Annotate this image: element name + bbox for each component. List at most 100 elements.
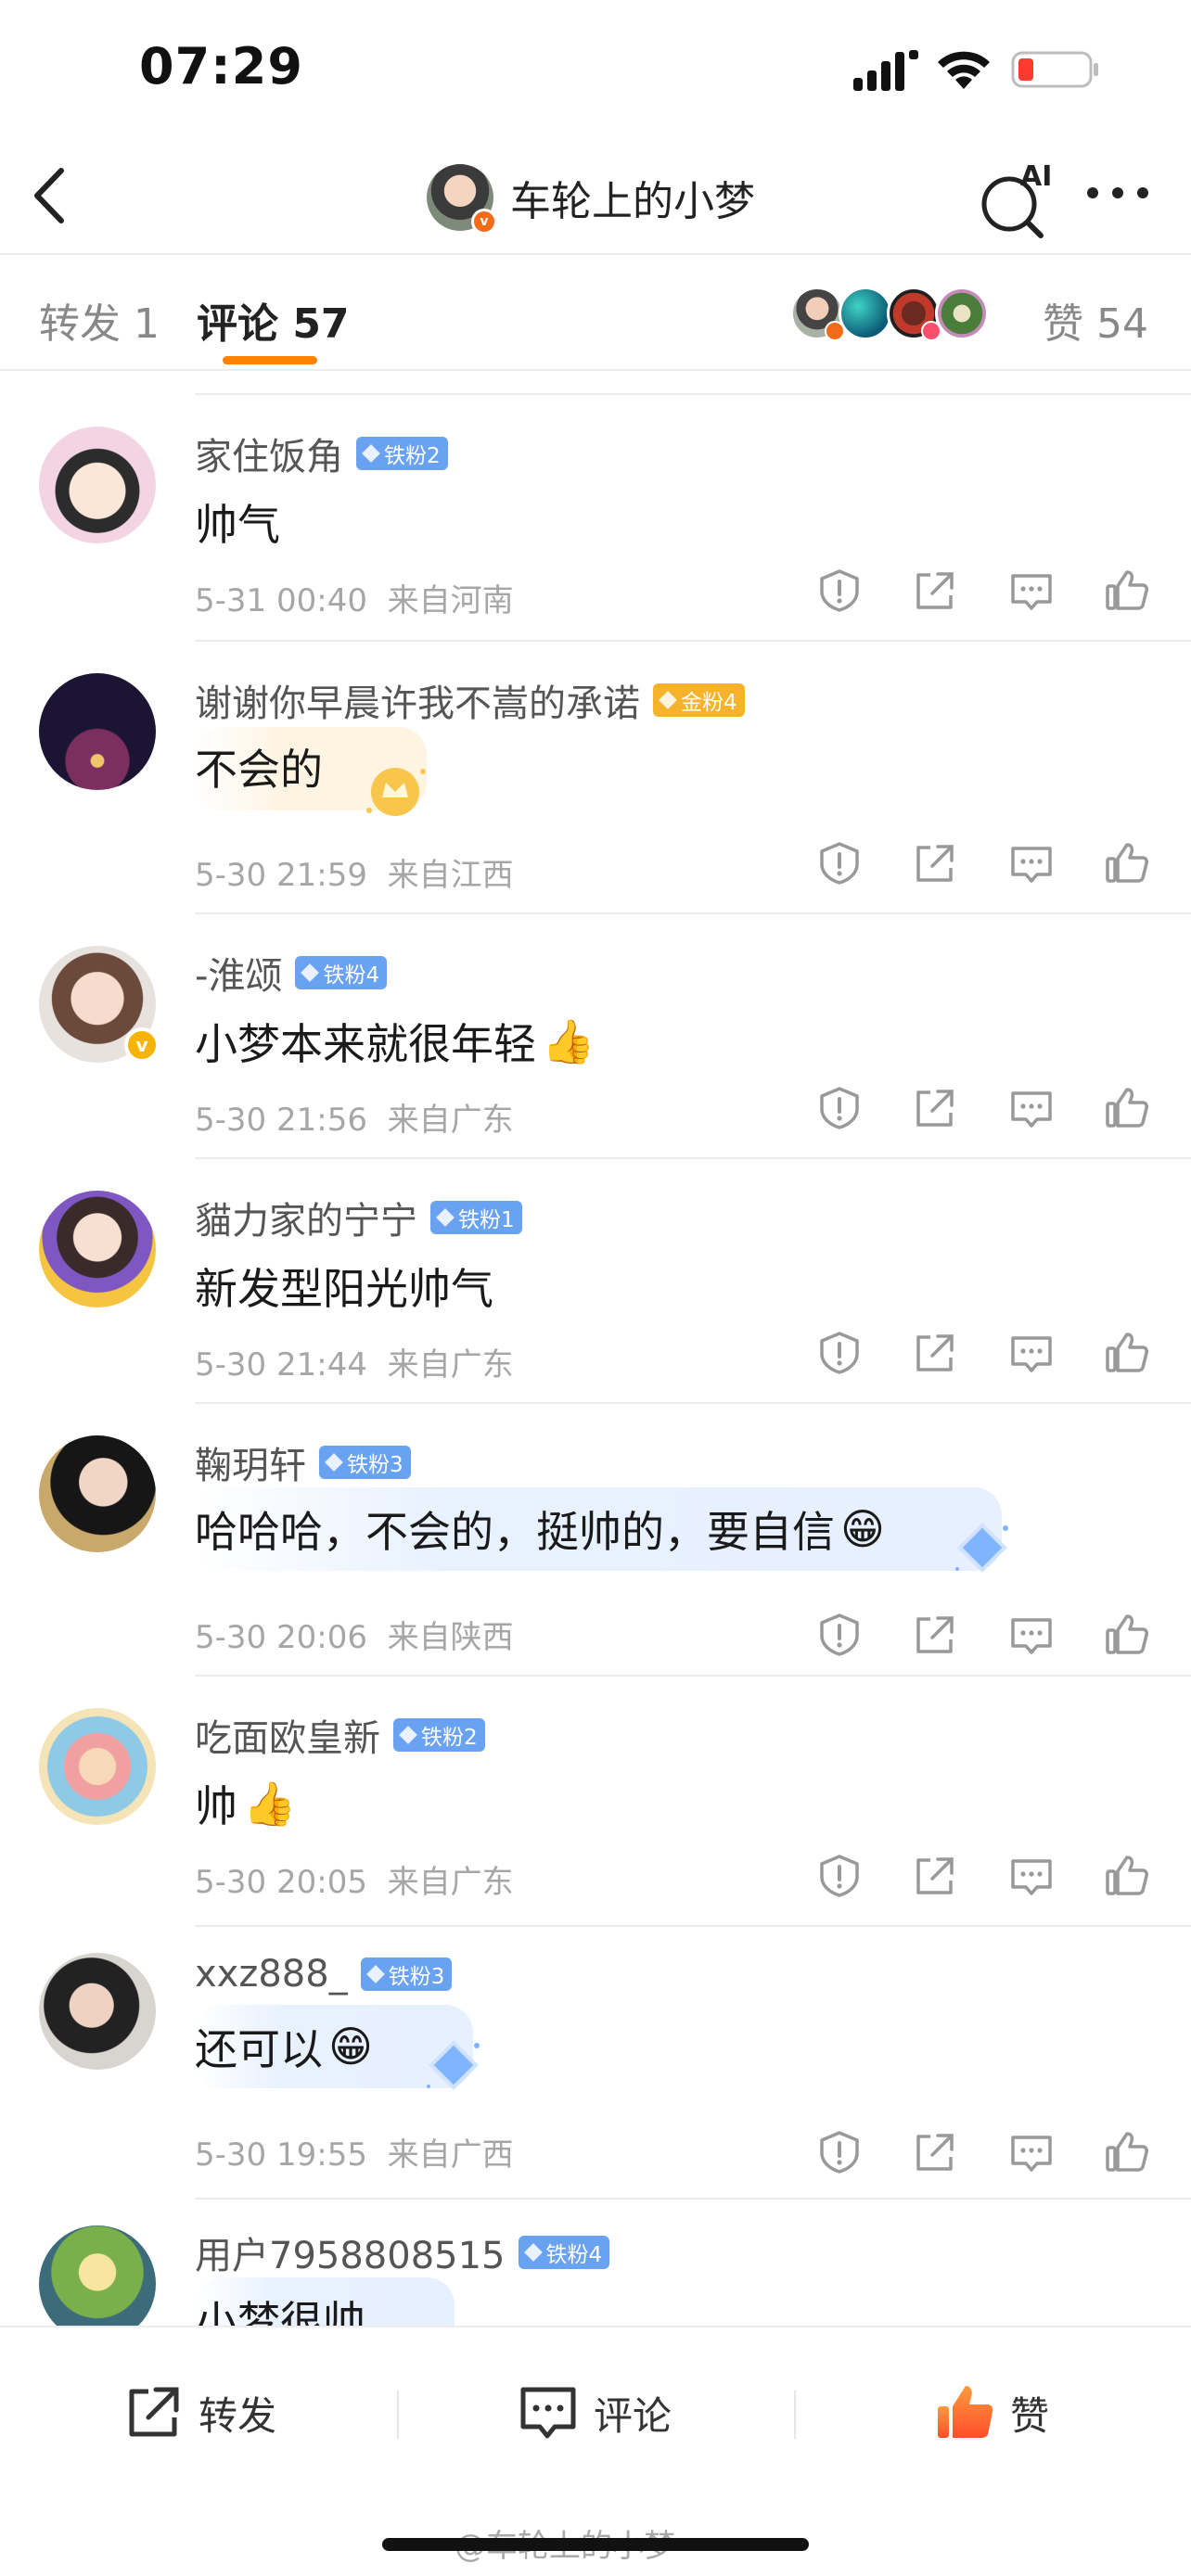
reply-icon[interactable]	[1008, 1853, 1055, 1899]
commenter-name[interactable]: 鞠玥轩	[195, 1435, 306, 1489]
report-icon[interactable]	[816, 1853, 863, 1899]
reply-icon[interactable]	[1008, 2129, 1055, 2175]
commenter-name-row: 吃面欧皇新 铁粉2	[195, 1708, 485, 1762]
comment-label: 评论	[594, 2392, 672, 2439]
reply-icon[interactable]	[1008, 840, 1055, 886]
forward-icon[interactable]	[912, 1612, 958, 1658]
commenter-name[interactable]: 用户7958808515	[195, 2225, 506, 2279]
commenter-name[interactable]: 家住饭角	[195, 427, 343, 480]
grinning-emoji-icon: 😁	[840, 1504, 885, 1554]
like-icon[interactable]	[1104, 1085, 1150, 1131]
fan-badge: 铁粉3	[360, 1958, 453, 1991]
commenter-name[interactable]: 貓力家的宁宁	[195, 1191, 417, 1244]
back-arrow-icon[interactable]	[28, 163, 72, 228]
commenter-name[interactable]: -淮颂	[195, 946, 282, 1000]
comment-body: 哈哈哈，不会的，挺帅的，要自信	[195, 1507, 835, 1557]
ai-search-icon[interactable]: AI	[976, 158, 1059, 241]
commenter-avatar[interactable]	[39, 1191, 156, 1307]
repost-button[interactable]: 转发	[121, 2376, 276, 2450]
commenter-name-row: 貓力家的宁宁 铁粉1	[195, 1191, 522, 1244]
tab-like[interactable]: 赞 54	[1043, 290, 1148, 350]
comment-actions	[816, 840, 1150, 892]
page-title: 车轮上的小梦	[510, 178, 755, 225]
commenter-name[interactable]: xxz888_	[195, 1953, 348, 1996]
report-icon[interactable]	[816, 2129, 863, 2175]
fan-badge-label: 金粉4	[681, 691, 737, 715]
comment-divider	[195, 1675, 1191, 1677]
fan-badge-label: 铁粉4	[545, 2243, 603, 2267]
comment-actions	[816, 1853, 1150, 1905]
liker-avatars[interactable]	[790, 287, 989, 341]
reply-icon[interactable]	[1008, 567, 1055, 614]
forward-icon[interactable]	[912, 840, 958, 886]
fan-badge-label: 铁粉3	[347, 1453, 403, 1477]
forward-icon[interactable]	[912, 1085, 958, 1131]
comment-body: 还可以	[195, 2024, 323, 2074]
status-time: 07:29	[139, 37, 303, 96]
like-button[interactable]: 赞	[932, 2376, 1049, 2450]
forward-icon[interactable]	[912, 567, 958, 614]
tab-comment[interactable]: 评论 57	[197, 290, 350, 350]
forward-icon[interactable]	[912, 2129, 958, 2175]
like-icon[interactable]	[1104, 1330, 1150, 1376]
comment-location: 来自广东	[387, 1346, 514, 1384]
reply-icon[interactable]	[1008, 1330, 1055, 1376]
diamond-icon	[325, 1453, 343, 1472]
report-icon[interactable]	[816, 1085, 863, 1131]
like-icon[interactable]	[1104, 567, 1150, 614]
fan-badge-label: 铁粉2	[421, 1726, 478, 1750]
report-icon[interactable]	[816, 1330, 863, 1376]
comment-meta: 5-30 19:55 来自广西	[195, 2129, 514, 2174]
commenter-name[interactable]: 吃面欧皇新	[195, 1708, 380, 1762]
forward-icon[interactable]	[912, 1853, 958, 1899]
comment-location: 来自广西	[387, 2136, 514, 2174]
commenter-avatar[interactable]	[39, 1708, 156, 1825]
comment-meta: 5-30 21:59 来自江西	[195, 849, 514, 895]
commenter-name[interactable]: 谢谢你早晨许我不嵩的承诺	[195, 673, 640, 727]
liker-avatar	[935, 287, 989, 340]
comment-text: 小梦本来就很年轻 👍	[195, 1011, 595, 1072]
report-icon[interactable]	[816, 840, 863, 886]
verified-badge-icon: v	[471, 209, 497, 235]
comment-meta: 5-30 21:44 来自广东	[195, 1339, 514, 1384]
liker-avatar	[839, 287, 892, 340]
like-icon[interactable]	[1104, 1853, 1150, 1899]
reply-icon[interactable]	[1008, 1085, 1055, 1131]
commenter-avatar[interactable]	[39, 1953, 156, 2070]
home-indicator	[382, 2538, 809, 2551]
fan-badge: 铁粉4	[518, 2236, 610, 2269]
report-icon[interactable]	[816, 567, 863, 614]
reply-icon[interactable]	[1008, 1612, 1055, 1658]
more-options-icon[interactable]	[1085, 184, 1150, 202]
status-bar: 07:29	[0, 0, 1191, 139]
commenter-avatar[interactable]	[39, 1435, 156, 1552]
commenter-avatar[interactable]	[39, 673, 156, 790]
fan-badge: 铁粉2	[356, 437, 448, 470]
diamond-icon	[301, 963, 320, 982]
profile-header[interactable]: v 车轮上的小梦	[427, 156, 755, 239]
commenter-name-row: xxz888_ 铁粉3	[195, 1953, 453, 1996]
comment-body: 帅	[195, 1781, 237, 1831]
diamond-icon	[523, 2243, 543, 2262]
like-icon[interactable]	[1104, 840, 1150, 886]
comment-meta: 5-30 21:56 来自广东	[195, 1094, 514, 1140]
tab-bar: 转发 1 评论 57 赞 54	[0, 255, 1191, 371]
comment-actions	[816, 1330, 1150, 1382]
tab-repost[interactable]: 转发 1	[39, 290, 160, 350]
comment-time: 5-30 20:06	[195, 1619, 367, 1656]
author-avatar[interactable]: v	[427, 164, 497, 235]
active-tab-indicator	[223, 356, 317, 364]
like-label: 赞	[1010, 2392, 1050, 2439]
comment-meta: 5-30 20:05 来自广东	[195, 1856, 514, 1902]
ai-label: AI	[1020, 160, 1052, 193]
like-icon[interactable]	[1104, 2129, 1150, 2175]
report-icon[interactable]	[816, 1612, 863, 1658]
like-icon[interactable]	[1104, 1612, 1150, 1658]
comment-time: 5-30 19:55	[195, 2136, 367, 2174]
forward-icon[interactable]	[912, 1330, 958, 1376]
commenter-avatar[interactable]	[39, 427, 156, 543]
nav-bar: v 车轮上的小梦 AI	[0, 139, 1191, 255]
fan-badge-label: 铁粉1	[458, 1208, 515, 1232]
comment-button[interactable]: 评论	[516, 2376, 672, 2450]
commenter-name-row: 用户7958808515 铁粉4	[195, 2225, 610, 2279]
